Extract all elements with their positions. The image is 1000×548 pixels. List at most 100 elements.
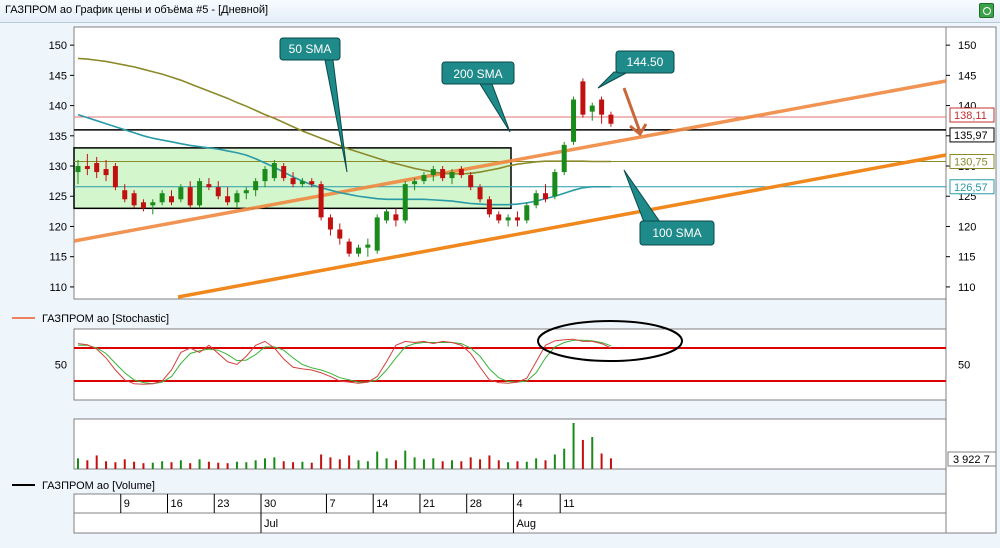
date-label: 9: [124, 498, 130, 510]
volume-bar: [235, 461, 238, 469]
price-tag-teal: 126,57: [954, 182, 988, 194]
volume-bar: [170, 462, 173, 469]
callout-200-sma-label: 200 SMA: [453, 67, 502, 81]
date-label: 4: [516, 498, 522, 510]
volume-bar: [581, 439, 584, 469]
volume-bar: [394, 460, 397, 469]
date-label: 14: [376, 498, 388, 510]
candle-body: [281, 166, 287, 179]
candle-body: [533, 193, 539, 206]
volume-bar: [142, 463, 145, 469]
stochastic-pane: [73, 328, 947, 401]
stoch-tick-label-left: 50: [55, 360, 67, 372]
volume-bar: [404, 450, 407, 469]
price-tick-label-left: 130: [49, 161, 67, 173]
stoch-tick-label-right: 50: [958, 360, 970, 372]
price-tick-label-left: 120: [49, 221, 67, 233]
candle-body: [187, 187, 193, 206]
volume-bar: [525, 461, 528, 469]
volume-bar: [451, 460, 453, 469]
volume-bar: [301, 461, 304, 469]
candle-body: [131, 193, 137, 206]
candle-body: [486, 199, 492, 215]
price-tick-label-left: 125: [49, 191, 67, 203]
candle-body: [94, 163, 100, 173]
callout-peak-label: 144.50: [627, 55, 664, 69]
date-label: 11: [563, 498, 574, 510]
volume-bar: [422, 459, 425, 469]
candle-body: [197, 181, 203, 206]
volume-bar: [338, 459, 341, 469]
volume-bar: [376, 451, 379, 469]
candle-body: [477, 187, 483, 200]
candle-body: [159, 193, 165, 203]
candle-body: [608, 114, 614, 124]
candle-body: [140, 202, 146, 209]
price-tick-label-left: 145: [49, 70, 67, 82]
candle-body: [290, 178, 296, 185]
volume-bar: [245, 462, 248, 469]
volume-bar: [226, 463, 229, 469]
volume-bar: [544, 460, 547, 469]
volume-bar: [198, 459, 201, 469]
candle-body: [234, 193, 240, 203]
price-tick-label-left: 140: [49, 101, 67, 113]
candle-body: [468, 175, 474, 188]
candle-body: [243, 190, 249, 194]
candle-body: [346, 241, 352, 254]
volume-bar: [516, 461, 519, 469]
volume-bar: [553, 454, 556, 469]
volume-bar: [441, 461, 444, 469]
chart-canvas: 1501501451451401401351351301301251251201…: [12, 26, 997, 534]
candle-body: [206, 184, 212, 188]
candle-body: [440, 169, 446, 179]
candle-body: [589, 105, 595, 112]
candle-body: [225, 196, 231, 203]
date-label: 21: [423, 498, 435, 510]
candle-body: [356, 247, 361, 254]
volume-bar: [357, 460, 360, 469]
price-tag-olive: 130,75: [954, 156, 988, 168]
candle-body: [299, 181, 305, 185]
candle-body: [496, 214, 502, 221]
candle-body: [337, 229, 343, 239]
volume-bar: [432, 458, 435, 469]
price-tick-label-left: 135: [49, 131, 67, 143]
candle-body: [514, 217, 520, 221]
volume-value: 3 922 7: [953, 454, 990, 466]
callout-50-sma-label: 50 SMA: [289, 42, 332, 56]
candle-body: [215, 187, 221, 197]
candle-body: [571, 99, 577, 142]
volume-bar: [460, 461, 463, 469]
volume-pane: [73, 418, 947, 470]
candle-body: [599, 99, 605, 115]
volume-bar: [535, 458, 538, 469]
callout-100-sma-label: 100 SMA: [652, 226, 701, 240]
candle-body: [103, 169, 109, 176]
price-tick-label-right: 110: [958, 282, 976, 294]
date-label: 30: [264, 498, 276, 510]
candle-body: [458, 169, 464, 176]
candle-body: [543, 193, 548, 200]
volume-bar: [497, 460, 500, 469]
candle-body: [505, 217, 511, 221]
volume-bar: [572, 423, 575, 469]
volume-bar: [320, 454, 323, 469]
candle-body: [365, 244, 371, 248]
volume-bar: [151, 462, 154, 469]
volume-bar: [207, 461, 210, 469]
volume-bar: [77, 458, 79, 469]
candle-body: [524, 205, 530, 221]
volume-bar: [469, 457, 472, 469]
date-label: 16: [171, 498, 183, 510]
candle-body: [75, 166, 81, 173]
volume-bar: [179, 460, 182, 469]
price-tag-black: 135,97: [954, 130, 988, 142]
candle-body: [271, 163, 277, 179]
volume-bar: [600, 453, 603, 469]
date-label: 28: [470, 498, 482, 510]
volume-bar: [133, 461, 136, 469]
volume-bar: [591, 437, 594, 469]
candle-body: [412, 181, 418, 185]
stochastic-pane-label: ГАЗПРОМ ао [Stochastic]: [42, 313, 169, 325]
